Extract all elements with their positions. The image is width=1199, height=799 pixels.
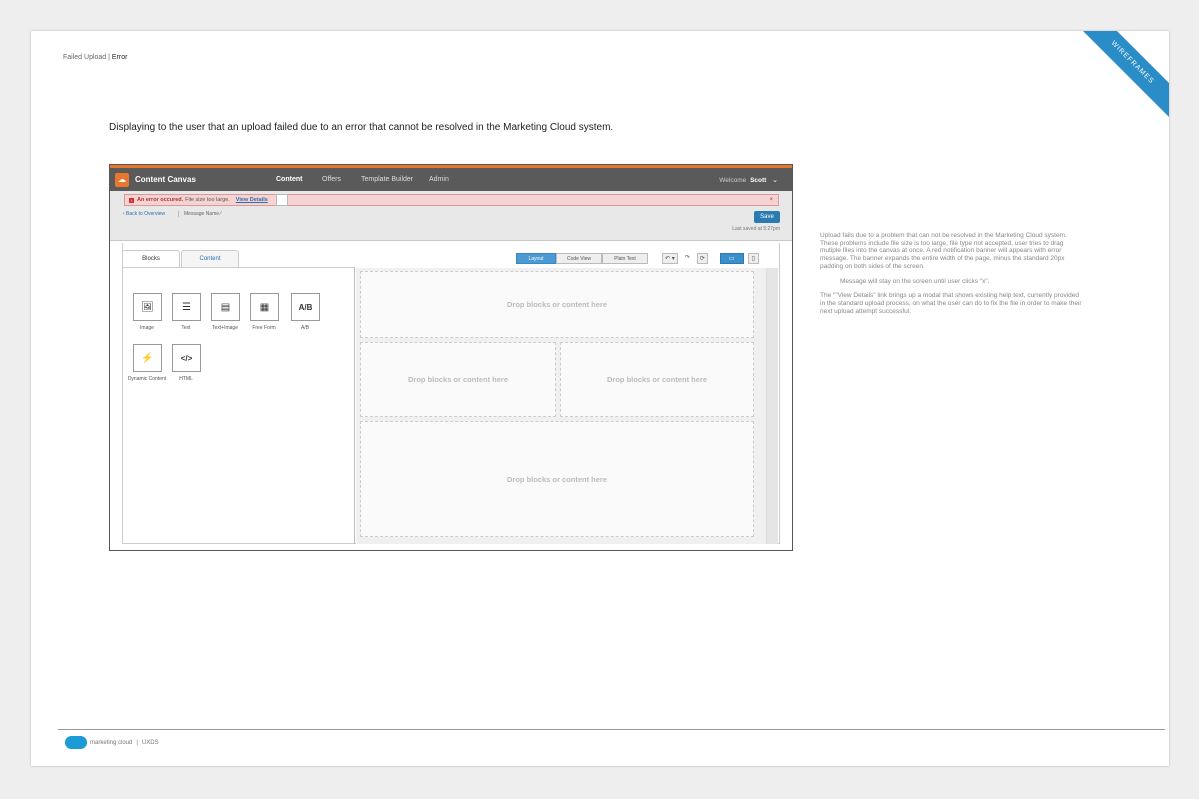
design-notes: Upload fails due to a problem that can n… bbox=[820, 232, 1085, 322]
breadcrumb-section: Failed Upload bbox=[63, 54, 107, 61]
panel-tabs: Blocks Content bbox=[122, 250, 239, 267]
footer-brand: marketing cloud bbox=[90, 739, 133, 746]
page-description: Displaying to the user that an upload fa… bbox=[109, 122, 614, 133]
dynamic-content-block[interactable]: ⚡ bbox=[133, 344, 162, 372]
close-icon[interactable]: × bbox=[769, 197, 773, 203]
email-canvas: Drop blocks or content here Drop blocks … bbox=[356, 268, 778, 544]
nav-template-builder[interactable]: Template Builder bbox=[361, 176, 429, 183]
welcome-label: Welcome bbox=[719, 176, 747, 184]
view-mode-switcher: Layout Code View Plain Text bbox=[516, 253, 648, 264]
ab-icon: A/B bbox=[298, 302, 313, 312]
redo-icon[interactable]: ↷ bbox=[682, 253, 693, 264]
footer-divider bbox=[58, 729, 1165, 730]
block-label: Text bbox=[181, 325, 191, 331]
drop-zone[interactable]: Drop blocks or content here bbox=[560, 342, 754, 417]
free-form-icon: ▦ bbox=[259, 301, 270, 313]
error-title: An error occured. bbox=[137, 197, 184, 203]
message-name[interactable]: Message Name ⁄ bbox=[178, 211, 221, 217]
breadcrumb: Failed Upload | Error bbox=[63, 54, 128, 61]
block-label: Image bbox=[140, 325, 154, 331]
undo-icon[interactable]: ↶ ▾ bbox=[662, 253, 678, 264]
error-icon: ! bbox=[129, 197, 134, 203]
html-icon: </> bbox=[180, 353, 193, 363]
refresh-icon[interactable]: ⟳ bbox=[696, 253, 708, 264]
blocks-panel: 🖼 Image ☰ Text ▤ Text+Image ▦ Free Form … bbox=[122, 267, 355, 544]
tab-blocks[interactable]: Blocks bbox=[122, 250, 180, 267]
salesforce-cloud-logo bbox=[65, 736, 87, 749]
block-label: Text+Image bbox=[212, 325, 238, 331]
image-icon: 🖼 bbox=[141, 301, 154, 313]
block-label: Free Form bbox=[252, 325, 276, 331]
save-button[interactable]: Save bbox=[754, 211, 780, 223]
note-paragraph: The ""View Details" link brings up a mod… bbox=[820, 292, 1082, 315]
app-title: Content Canvas bbox=[135, 175, 196, 184]
block-label: HTML bbox=[179, 376, 193, 382]
note-paragraph: Message will stay on the screen until us… bbox=[840, 277, 990, 285]
layout-view-button[interactable]: Layout bbox=[516, 253, 556, 264]
mobile-preview-icon[interactable]: ▯ bbox=[747, 253, 759, 264]
back-to-overview-link[interactable]: ‹ Back to Overview bbox=[123, 211, 165, 217]
dynamic-content-icon: ⚡ bbox=[141, 352, 154, 364]
block-label: A/B bbox=[300, 325, 310, 331]
drop-zone[interactable]: Drop blocks or content here bbox=[360, 421, 754, 537]
html-block[interactable]: </> bbox=[172, 344, 201, 372]
chevron-down-icon[interactable]: ⌄ bbox=[772, 177, 778, 184]
code-view-button[interactable]: Code View bbox=[556, 253, 602, 264]
text-icon: ☰ bbox=[182, 301, 191, 313]
footer-separator: | bbox=[136, 739, 138, 746]
app-mockup: ☁ Content Canvas Content Offers Template… bbox=[109, 164, 793, 551]
plain-text-button[interactable]: Plain Text bbox=[602, 253, 648, 264]
ab-block[interactable]: A/B bbox=[291, 293, 320, 321]
nav-admin[interactable]: Admin bbox=[429, 176, 449, 183]
app-header: ☁ Content Canvas Content Offers Template… bbox=[110, 165, 792, 191]
desktop-preview-icon[interactable]: ▭ bbox=[719, 253, 744, 264]
canvas-scrollbar[interactable] bbox=[766, 268, 778, 544]
drop-zone[interactable]: Drop blocks or content here bbox=[360, 271, 754, 338]
note-paragraph: Upload fails due to a problem that can n… bbox=[820, 232, 1067, 270]
footer: marketing cloud | UXDS bbox=[65, 736, 159, 749]
message-toolbar: ! An error occured. File size too large.… bbox=[110, 191, 792, 241]
error-banner: ! An error occured. File size too large.… bbox=[124, 194, 779, 206]
text-block[interactable]: ☰ bbox=[172, 293, 201, 321]
text-image-icon: ▤ bbox=[220, 301, 231, 313]
breadcrumb-current: Error bbox=[111, 54, 128, 61]
nav-content[interactable]: Content bbox=[276, 176, 322, 183]
text-image-block[interactable]: ▤ bbox=[211, 293, 240, 321]
tab-content[interactable]: Content bbox=[181, 250, 239, 267]
main-nav: Content Offers Template Builder Admin bbox=[276, 176, 449, 183]
user-name: Scott bbox=[750, 176, 767, 184]
wireframe-sheet: Failed Upload | Error WIREFRAMES Display… bbox=[31, 31, 1169, 766]
cursor-box bbox=[275, 194, 288, 206]
drop-zone[interactable]: Drop blocks or content here bbox=[360, 342, 556, 417]
nav-offers[interactable]: Offers bbox=[322, 176, 361, 183]
block-label: Dynamic Content bbox=[127, 376, 167, 382]
last-saved-status: Last saved at 5:27pm bbox=[732, 226, 780, 232]
image-block[interactable]: 🖼 bbox=[133, 293, 162, 321]
footer-section: UXDS bbox=[141, 739, 159, 746]
editor-tools: ↶ ▾ ↷ ⟳ ▭ ▯ bbox=[662, 253, 759, 264]
cloud-logo-icon[interactable]: ☁ bbox=[115, 172, 129, 187]
free-form-block[interactable]: ▦ bbox=[250, 293, 279, 321]
user-menu[interactable]: Welcome Scott ⌄ bbox=[719, 176, 778, 184]
view-details-link[interactable]: View Details bbox=[236, 197, 268, 203]
wireframes-ribbon: WIREFRAMES bbox=[1077, 31, 1169, 118]
error-message: File size too large. bbox=[185, 197, 230, 203]
